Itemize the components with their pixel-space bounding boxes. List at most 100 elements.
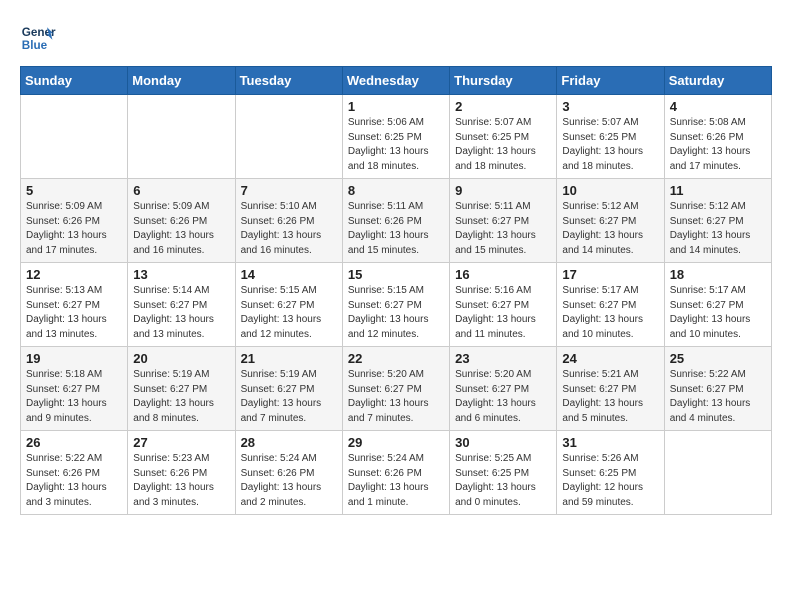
calendar-cell: 30 Sunrise: 5:25 AM Sunset: 6:25 PM Dayli…	[450, 431, 557, 515]
day-number: 10	[562, 183, 658, 198]
day-number: 26	[26, 435, 122, 450]
day-info: Sunrise: 5:24 AM Sunset: 6:26 PM Dayligh…	[348, 452, 444, 510]
day-number: 30	[455, 435, 551, 450]
calendar-cell: 8 Sunrise: 5:11 AM Sunset: 6:26 PM Daylig…	[342, 179, 449, 263]
logo: General Blue	[20, 20, 56, 56]
calendar-cell: 2 Sunrise: 5:07 AM Sunset: 6:25 PM Daylig…	[450, 95, 557, 179]
day-number: 16	[455, 267, 551, 282]
weekday-header: Thursday	[450, 67, 557, 95]
calendar-cell: 7 Sunrise: 5:10 AM Sunset: 6:26 PM Daylig…	[235, 179, 342, 263]
day-info: Sunrise: 5:06 AM Sunset: 6:25 PM Dayligh…	[348, 116, 444, 174]
day-info: Sunrise: 5:21 AM Sunset: 6:27 PM Dayligh…	[562, 368, 658, 426]
calendar-cell: 20 Sunrise: 5:19 AM Sunset: 6:27 PM Dayli…	[128, 347, 235, 431]
day-number: 14	[241, 267, 337, 282]
day-info: Sunrise: 5:25 AM Sunset: 6:25 PM Dayligh…	[455, 452, 551, 510]
day-info: Sunrise: 5:12 AM Sunset: 6:27 PM Dayligh…	[670, 200, 766, 258]
weekday-header: Monday	[128, 67, 235, 95]
day-info: Sunrise: 5:08 AM Sunset: 6:26 PM Dayligh…	[670, 116, 766, 174]
day-number: 5	[26, 183, 122, 198]
day-number: 8	[348, 183, 444, 198]
calendar-cell: 12 Sunrise: 5:13 AM Sunset: 6:27 PM Dayli…	[21, 263, 128, 347]
day-number: 25	[670, 351, 766, 366]
day-info: Sunrise: 5:13 AM Sunset: 6:27 PM Dayligh…	[26, 284, 122, 342]
weekday-header: Wednesday	[342, 67, 449, 95]
day-info: Sunrise: 5:09 AM Sunset: 6:26 PM Dayligh…	[133, 200, 229, 258]
day-number: 21	[241, 351, 337, 366]
day-number: 20	[133, 351, 229, 366]
day-info: Sunrise: 5:19 AM Sunset: 6:27 PM Dayligh…	[241, 368, 337, 426]
day-number: 7	[241, 183, 337, 198]
day-number: 11	[670, 183, 766, 198]
calendar-cell: 16Sunrise: 5:16 AM Sunset: 6:27 PM Dayli…	[450, 263, 557, 347]
day-info: Sunrise: 5:15 AM Sunset: 6:27 PM Dayligh…	[348, 284, 444, 342]
day-info: Sunrise: 5:09 AM Sunset: 6:26 PM Dayligh…	[26, 200, 122, 258]
calendar-cell: 4 Sunrise: 5:08 AM Sunset: 6:26 PM Daylig…	[664, 95, 771, 179]
calendar-cell: 23 Sunrise: 5:20 AM Sunset: 6:27 PM Dayli…	[450, 347, 557, 431]
day-number: 3	[562, 99, 658, 114]
day-info: Sunrise: 5:15 AM Sunset: 6:27 PM Dayligh…	[241, 284, 337, 342]
day-number: 4	[670, 99, 766, 114]
calendar-cell: 10Sunrise: 5:12 AM Sunset: 6:27 PM Dayli…	[557, 179, 664, 263]
day-number: 23	[455, 351, 551, 366]
calendar-cell: 21 Sunrise: 5:19 AM Sunset: 6:27 PM Dayli…	[235, 347, 342, 431]
day-number: 6	[133, 183, 229, 198]
weekday-header: Tuesday	[235, 67, 342, 95]
day-number: 12	[26, 267, 122, 282]
day-number: 18	[670, 267, 766, 282]
calendar-cell: 19 Sunrise: 5:18 AM Sunset: 6:27 PM Dayli…	[21, 347, 128, 431]
day-number: 1	[348, 99, 444, 114]
calendar-cell: 9Sunrise: 5:11 AM Sunset: 6:27 PM Daylig…	[450, 179, 557, 263]
calendar-cell	[21, 95, 128, 179]
day-info: Sunrise: 5:10 AM Sunset: 6:26 PM Dayligh…	[241, 200, 337, 258]
day-info: Sunrise: 5:07 AM Sunset: 6:25 PM Dayligh…	[455, 116, 551, 174]
calendar-cell: 31 Sunrise: 5:26 AM Sunset: 6:25 PM Dayli…	[557, 431, 664, 515]
day-info: Sunrise: 5:22 AM Sunset: 6:26 PM Dayligh…	[26, 452, 122, 510]
day-number: 9	[455, 183, 551, 198]
calendar-cell: 5 Sunrise: 5:09 AM Sunset: 6:26 PM Daylig…	[21, 179, 128, 263]
day-info: Sunrise: 5:07 AM Sunset: 6:25 PM Dayligh…	[562, 116, 658, 174]
calendar-table: SundayMondayTuesdayWednesdayThursdayFrid…	[20, 66, 772, 515]
calendar-cell: 6 Sunrise: 5:09 AM Sunset: 6:26 PM Daylig…	[128, 179, 235, 263]
day-number: 22	[348, 351, 444, 366]
day-info: Sunrise: 5:11 AM Sunset: 6:26 PM Dayligh…	[348, 200, 444, 258]
calendar-cell: 1 Sunrise: 5:06 AM Sunset: 6:25 PM Daylig…	[342, 95, 449, 179]
calendar-cell: 3 Sunrise: 5:07 AM Sunset: 6:25 PM Daylig…	[557, 95, 664, 179]
day-info: Sunrise: 5:26 AM Sunset: 6:25 PM Dayligh…	[562, 452, 658, 510]
calendar-week-row: 26 Sunrise: 5:22 AM Sunset: 6:26 PM Dayli…	[21, 431, 772, 515]
day-info: Sunrise: 5:17 AM Sunset: 6:27 PM Dayligh…	[670, 284, 766, 342]
day-number: 17	[562, 267, 658, 282]
day-info: Sunrise: 5:14 AM Sunset: 6:27 PM Dayligh…	[133, 284, 229, 342]
day-number: 28	[241, 435, 337, 450]
day-info: Sunrise: 5:22 AM Sunset: 6:27 PM Dayligh…	[670, 368, 766, 426]
weekday-header-row: SundayMondayTuesdayWednesdayThursdayFrid…	[21, 67, 772, 95]
calendar-cell: 18 Sunrise: 5:17 AM Sunset: 6:27 PM Dayli…	[664, 263, 771, 347]
day-info: Sunrise: 5:20 AM Sunset: 6:27 PM Dayligh…	[455, 368, 551, 426]
calendar-cell: 28 Sunrise: 5:24 AM Sunset: 6:26 PM Dayli…	[235, 431, 342, 515]
calendar-cell	[664, 431, 771, 515]
weekday-header: Sunday	[21, 67, 128, 95]
day-number: 31	[562, 435, 658, 450]
logo-icon: General Blue	[20, 20, 56, 56]
day-number: 27	[133, 435, 229, 450]
day-info: Sunrise: 5:24 AM Sunset: 6:26 PM Dayligh…	[241, 452, 337, 510]
calendar-cell: 17 Sunrise: 5:17 AM Sunset: 6:27 PM Dayli…	[557, 263, 664, 347]
day-info: Sunrise: 5:18 AM Sunset: 6:27 PM Dayligh…	[26, 368, 122, 426]
calendar-cell: 13 Sunrise: 5:14 AM Sunset: 6:27 PM Dayli…	[128, 263, 235, 347]
day-number: 19	[26, 351, 122, 366]
day-info: Sunrise: 5:19 AM Sunset: 6:27 PM Dayligh…	[133, 368, 229, 426]
calendar-week-row: 19 Sunrise: 5:18 AM Sunset: 6:27 PM Dayli…	[21, 347, 772, 431]
weekday-header: Saturday	[664, 67, 771, 95]
day-number: 13	[133, 267, 229, 282]
calendar-cell: 24Sunrise: 5:21 AM Sunset: 6:27 PM Dayli…	[557, 347, 664, 431]
day-number: 29	[348, 435, 444, 450]
calendar-cell: 29 Sunrise: 5:24 AM Sunset: 6:26 PM Dayli…	[342, 431, 449, 515]
weekday-header: Friday	[557, 67, 664, 95]
calendar-cell: 25 Sunrise: 5:22 AM Sunset: 6:27 PM Dayli…	[664, 347, 771, 431]
calendar-week-row: 5 Sunrise: 5:09 AM Sunset: 6:26 PM Daylig…	[21, 179, 772, 263]
day-info: Sunrise: 5:17 AM Sunset: 6:27 PM Dayligh…	[562, 284, 658, 342]
calendar-cell: 26 Sunrise: 5:22 AM Sunset: 6:26 PM Dayli…	[21, 431, 128, 515]
day-number: 15	[348, 267, 444, 282]
day-number: 2	[455, 99, 551, 114]
calendar-week-row: 12 Sunrise: 5:13 AM Sunset: 6:27 PM Dayli…	[21, 263, 772, 347]
day-info: Sunrise: 5:20 AM Sunset: 6:27 PM Dayligh…	[348, 368, 444, 426]
